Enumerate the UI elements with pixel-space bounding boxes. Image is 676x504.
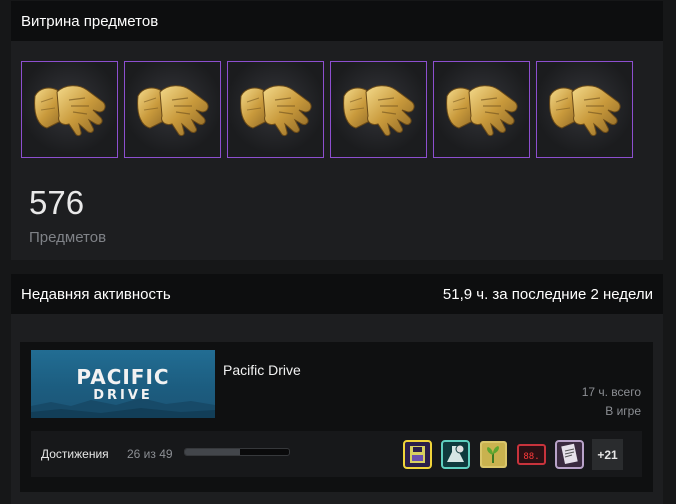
plant-icon[interactable] xyxy=(478,439,509,470)
achievements-label: Достижения xyxy=(41,447,109,461)
showcase-header: Витрина предметов xyxy=(11,1,663,41)
achievements-bar[interactable]: Достижения 26 из 49 88. +21 xyxy=(31,431,642,477)
more-achievements-button[interactable]: +21 xyxy=(592,439,623,470)
game-logo-sub: DRIVE xyxy=(93,388,153,403)
floppy-disk-icon[interactable] xyxy=(402,439,433,470)
recent-activity-panel: Недавняя активность 51,9 ч. за последние… xyxy=(11,274,663,504)
glove-icon xyxy=(136,84,209,136)
game-playtime: 17 ч. всего В игре xyxy=(582,383,641,421)
game-logo-main: PACIFIC xyxy=(76,365,170,389)
glove-icon xyxy=(445,84,518,136)
item-count-block[interactable]: 576 Предметов xyxy=(29,184,107,247)
glove-icon xyxy=(239,84,312,136)
showcase-item-3[interactable] xyxy=(227,61,324,158)
flask-icon[interactable] xyxy=(440,439,471,470)
digital-display-icon[interactable]: 88. xyxy=(516,439,547,470)
showcase-items xyxy=(21,61,633,158)
showcase-item-5[interactable] xyxy=(433,61,530,158)
game-hours-total: 17 ч. всего xyxy=(581,385,641,399)
showcase-item-4[interactable] xyxy=(330,61,427,158)
svg-text:88.: 88. xyxy=(523,452,539,462)
clipboard-icon[interactable] xyxy=(554,439,585,470)
showcase-title: Витрина предметов xyxy=(21,12,159,30)
activity-title: Недавняя активность xyxy=(21,285,171,303)
glove-icon xyxy=(342,84,415,136)
game-name-link[interactable]: Pacific Drive xyxy=(223,362,301,378)
activity-header: Недавняя активность 51,9 ч. за последние… xyxy=(11,274,663,314)
game-card: PACIFIC DRIVE Pacific Drive 17 ч. всего … xyxy=(20,342,653,492)
achievements-count: 26 из 49 xyxy=(127,447,173,461)
showcase-item-6[interactable] xyxy=(536,61,633,158)
item-count-label: Предметов xyxy=(29,229,107,246)
glove-icon xyxy=(33,84,106,136)
activity-summary: 51,9 ч. за последние 2 недели xyxy=(442,285,653,303)
item-showcase-panel: Витрина предметов 576 Предметов xyxy=(11,1,663,260)
achievements-progress-bar xyxy=(184,448,290,456)
showcase-item-1[interactable] xyxy=(21,61,118,158)
item-count: 576 xyxy=(29,184,85,221)
achievements-progress-fill xyxy=(185,449,241,455)
game-status: В игре xyxy=(605,404,641,418)
glove-icon xyxy=(548,84,621,136)
game-capsule-image[interactable]: PACIFIC DRIVE xyxy=(31,350,215,418)
showcase-item-2[interactable] xyxy=(124,61,221,158)
achievement-icons: 88. +21 xyxy=(402,439,623,470)
